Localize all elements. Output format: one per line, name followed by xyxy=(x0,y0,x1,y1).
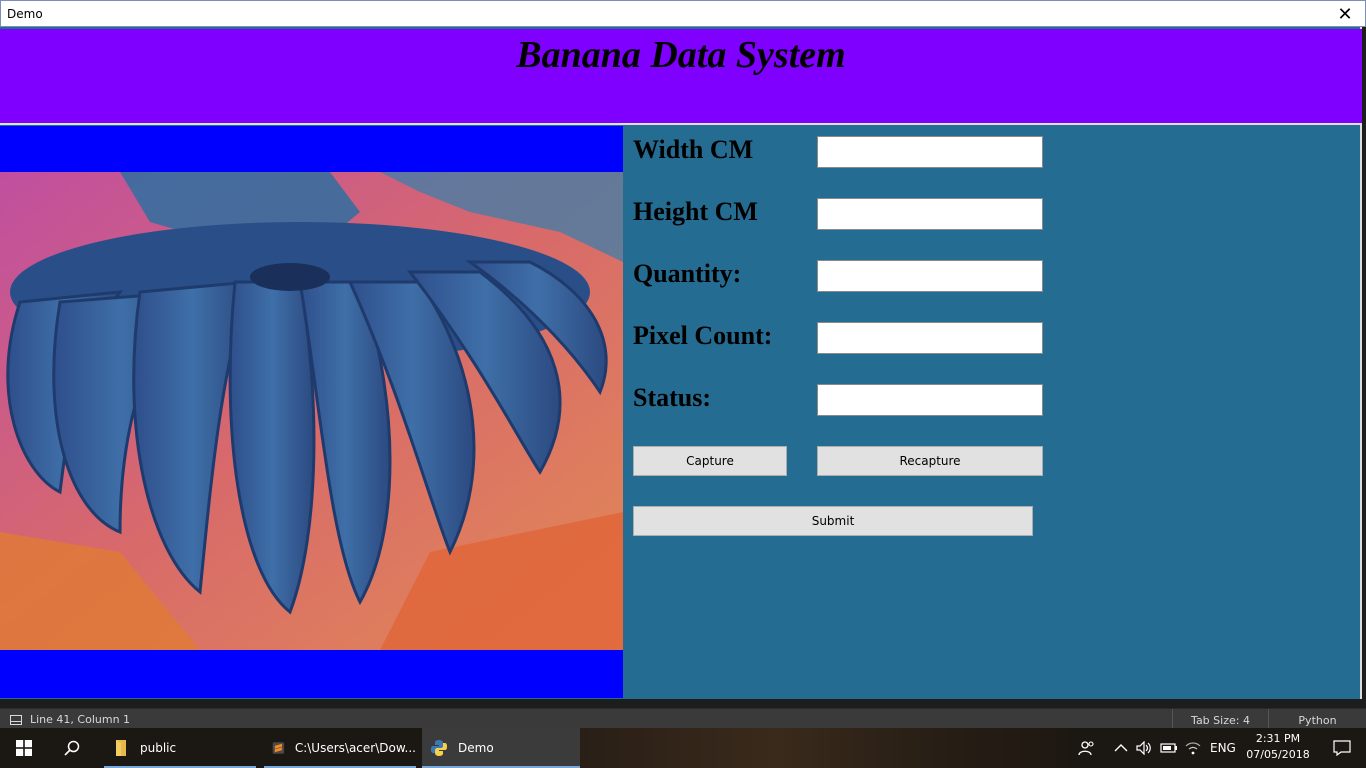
app-window: Banana Data System Width CM Height CM Qu… xyxy=(0,27,1362,699)
folder-icon xyxy=(116,740,126,756)
search-button[interactable] xyxy=(48,728,96,768)
cursor-position[interactable]: Line 41, Column 1 xyxy=(10,713,130,726)
window-titlebar: Demo ✕ xyxy=(0,0,1366,27)
windows-logo-icon xyxy=(16,740,32,756)
clock-time: 2:31 PM xyxy=(1255,732,1301,745)
python-icon xyxy=(431,740,447,756)
volume-icon[interactable] xyxy=(1136,741,1152,755)
close-icon[interactable]: ✕ xyxy=(1325,1,1365,27)
chevron-up-icon[interactable] xyxy=(1114,743,1128,753)
taskbar-app-public[interactable]: public xyxy=(104,728,256,768)
taskbar-app-demo[interactable]: Demo xyxy=(422,728,580,768)
width-input[interactable] xyxy=(817,136,1043,168)
taskbar-app-label: Demo xyxy=(458,741,494,755)
wifi-icon[interactable] xyxy=(1184,740,1202,756)
system-tray: ENG xyxy=(1078,728,1236,768)
action-center-button[interactable] xyxy=(1318,728,1366,768)
taskbar-app-sublime[interactable]: C:\Users\acer\Dow... xyxy=(264,728,416,768)
camera-panel xyxy=(0,126,623,698)
window-title: Demo xyxy=(7,6,43,21)
app-header: Banana Data System xyxy=(0,29,1362,125)
submit-button[interactable]: Submit xyxy=(633,506,1033,536)
recapture-button[interactable]: Recapture xyxy=(817,446,1043,476)
quantity-input[interactable] xyxy=(817,260,1043,292)
cursor-position-text: Line 41, Column 1 xyxy=(30,713,131,726)
status-input[interactable] xyxy=(817,384,1043,416)
notification-icon xyxy=(1333,740,1351,756)
sublime-text-icon xyxy=(272,742,285,754)
camera-feed-image xyxy=(0,172,623,650)
battery-icon[interactable] xyxy=(1160,742,1178,754)
editor-status-bar: Line 41, Column 1 Tab Size: 4 Python xyxy=(0,708,1366,731)
desktop-wallpaper-strip xyxy=(580,728,1070,768)
start-button[interactable] xyxy=(0,728,48,768)
search-icon xyxy=(64,740,80,756)
clock[interactable]: 2:31 PM 07/05/2018 xyxy=(1240,731,1316,763)
status-label: Status: xyxy=(633,383,712,412)
quantity-label: Quantity: xyxy=(633,259,742,288)
width-label: Width CM xyxy=(633,135,754,164)
taskbar: public C:\Users\acer\Dow... Demo ENG 2:3… xyxy=(0,728,1366,768)
capture-button[interactable]: Capture xyxy=(633,446,787,476)
height-input[interactable] xyxy=(817,198,1043,230)
screen: Demo ✕ Banana Data System Width CM Heigh… xyxy=(0,0,1366,768)
taskbar-app-label: public xyxy=(140,741,177,755)
input-language[interactable]: ENG xyxy=(1210,741,1236,755)
app-heading: Banana Data System xyxy=(516,34,846,76)
pixel-count-label: Pixel Count: xyxy=(633,321,773,350)
people-icon[interactable] xyxy=(1078,740,1096,756)
height-label: Height CM xyxy=(633,197,758,226)
taskbar-app-label: C:\Users\acer\Dow... xyxy=(294,741,416,755)
pixel-count-input[interactable] xyxy=(817,322,1043,354)
panel-toggle-icon[interactable] xyxy=(10,714,22,725)
clock-date: 07/05/2018 xyxy=(1246,748,1310,761)
